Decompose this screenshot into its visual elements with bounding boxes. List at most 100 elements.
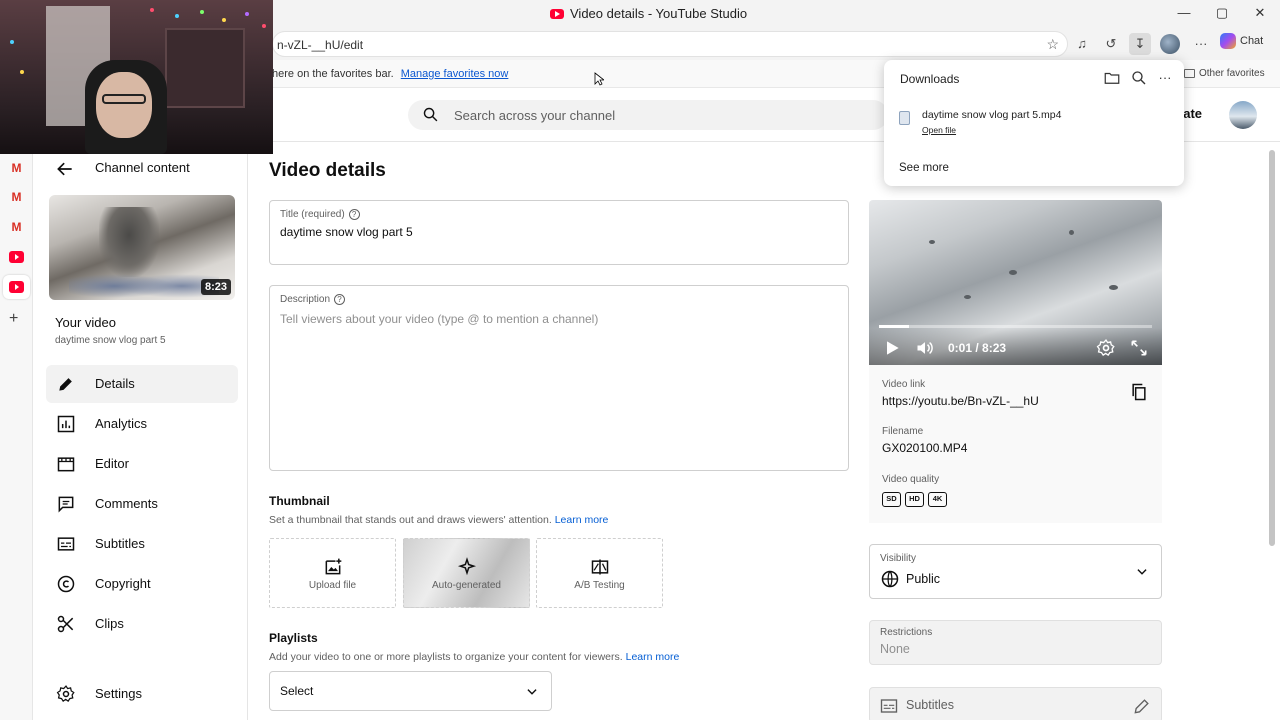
string-light: [150, 8, 154, 12]
description-textarea[interactable]: [280, 312, 840, 462]
video-link-url[interactable]: https://youtu.be/Bn-vZL-__hU: [882, 394, 1039, 408]
copyright-icon: [57, 575, 75, 593]
open-folder-icon[interactable]: [1103, 69, 1121, 87]
webcam-overlay: [0, 0, 273, 154]
fullscreen-icon[interactable]: [1129, 338, 1149, 358]
snow-texture: [1009, 270, 1017, 275]
your-video-title: daytime snow vlog part 5: [55, 335, 166, 346]
page-scrollbar[interactable]: [1269, 150, 1275, 546]
search-icon: [423, 107, 438, 122]
folder-icon: [1184, 69, 1195, 78]
sidebar-item-label: Settings: [95, 686, 142, 701]
chat-label: Chat: [1240, 35, 1264, 47]
string-light: [222, 18, 226, 22]
playlists-learn-more-link[interactable]: Learn more: [626, 651, 680, 663]
sidebar-item-subtitles[interactable]: Subtitles: [46, 525, 238, 563]
other-favorites-button[interactable]: Other favorites: [1184, 68, 1265, 79]
media-control-icon[interactable]: ♫: [1071, 33, 1093, 55]
page-title: Video details: [269, 160, 386, 181]
gmail-icon[interactable]: M: [9, 191, 24, 203]
open-file-link[interactable]: Open file: [922, 125, 956, 135]
more-menu-icon[interactable]: ···: [1190, 33, 1212, 55]
subtitles-field[interactable]: Subtitles: [869, 687, 1162, 720]
snow-texture: [964, 295, 971, 299]
video-link-label: Video link: [882, 379, 926, 390]
upload-thumbnail-option[interactable]: Upload file: [269, 538, 396, 608]
youtube-icon[interactable]: [9, 251, 24, 263]
thumbnail-option-label: A/B Testing: [574, 580, 625, 591]
copilot-chat-button[interactable]: Chat: [1220, 33, 1263, 49]
channel-avatar[interactable]: [1229, 101, 1257, 129]
more-options-icon[interactable]: ···: [1156, 69, 1174, 87]
video-player[interactable]: 0:01 / 8:23: [869, 200, 1162, 365]
manage-favorites-link[interactable]: Manage favorites now: [401, 68, 509, 80]
sidebar-item-clips[interactable]: Clips: [46, 605, 238, 643]
sidebar-item-copyright[interactable]: Copyright: [46, 565, 238, 603]
add-tab-icon[interactable]: +: [9, 310, 18, 328]
string-light: [262, 24, 266, 28]
copy-icon[interactable]: [1129, 382, 1149, 402]
play-icon[interactable]: [882, 338, 902, 358]
comments-icon: [58, 496, 74, 513]
pencil-icon[interactable]: [1132, 696, 1152, 716]
downloads-icon[interactable]: ↧: [1129, 33, 1151, 55]
channel-search[interactable]: [408, 100, 888, 130]
visibility-select[interactable]: Visibility Public: [869, 544, 1162, 599]
url-field[interactable]: n-vZL-__hU/edit ☆: [272, 31, 1068, 57]
sidebar-item-label: Subtitles: [95, 536, 145, 551]
sidebar-item-settings[interactable]: Settings: [46, 675, 238, 713]
back-arrow-icon[interactable]: [55, 159, 75, 179]
maximize-button[interactable]: ▢: [1211, 4, 1233, 22]
playlists-subtitle: Add your video to one or more playlists …: [269, 651, 679, 663]
search-input[interactable]: [454, 104, 874, 126]
favorite-star-icon[interactable]: ☆: [1046, 36, 1059, 53]
playlists-subtitle-text: Add your video to one or more playlists …: [269, 651, 623, 663]
volume-icon[interactable]: [915, 338, 935, 358]
player-controls: 0:01 / 8:23: [869, 328, 1162, 365]
description-field-label: Description ?: [280, 294, 346, 305]
thumbnail-learn-more-link[interactable]: Learn more: [555, 514, 609, 526]
search-downloads-icon[interactable]: [1130, 69, 1148, 87]
studio-sidebar: Channel content 8:23 Your video daytime …: [33, 154, 248, 720]
close-window-button[interactable]: ✕: [1249, 4, 1271, 22]
description-field[interactable]: Description ?: [269, 285, 849, 471]
downloaded-file-name[interactable]: daytime snow vlog part 5.mp4: [922, 109, 1061, 121]
sidebar-item-details[interactable]: Details: [46, 365, 238, 403]
gmail-icon[interactable]: M: [9, 162, 24, 174]
see-more-link[interactable]: See more: [899, 162, 949, 174]
playlist-select[interactable]: Select: [269, 671, 552, 711]
minimize-button[interactable]: —: [1173, 4, 1195, 22]
webcam-glasses: [102, 94, 146, 104]
globe-icon: [881, 570, 899, 588]
sidebar-item-label: Copyright: [95, 576, 151, 591]
visibility-label: Visibility: [880, 553, 916, 564]
ab-test-icon: [591, 559, 609, 575]
video-info-panel: Video link https://youtu.be/Bn-vZL-__hU …: [869, 365, 1162, 523]
title-input[interactable]: [280, 225, 840, 239]
favorites-bar-message: here on the favorites bar. Manage favori…: [272, 68, 508, 80]
string-light: [245, 12, 249, 16]
help-icon[interactable]: ?: [348, 209, 360, 220]
sidebar-item-comments[interactable]: Comments: [46, 485, 238, 523]
thumbnail-heading: Thumbnail: [269, 494, 330, 508]
history-icon[interactable]: ↺: [1100, 33, 1122, 55]
video-thumbnail[interactable]: 8:23: [49, 195, 235, 300]
sidebar-item-label: Comments: [95, 496, 158, 511]
gmail-icon[interactable]: M: [9, 221, 24, 233]
auto-generated-thumbnail-option[interactable]: Auto-generated: [403, 538, 530, 608]
ab-testing-thumbnail-option[interactable]: A/B Testing: [536, 538, 663, 608]
sidebar-item-editor[interactable]: Editor: [46, 445, 238, 483]
description-label-text: Description: [280, 294, 331, 305]
help-icon[interactable]: ?: [334, 294, 346, 305]
youtube-studio-icon[interactable]: [9, 281, 24, 293]
snow-texture: [929, 240, 935, 244]
settings-gear-icon[interactable]: [1096, 338, 1116, 358]
webcam-shelf: [165, 28, 245, 108]
title-field[interactable]: Title (required) ?: [269, 200, 849, 265]
channel-content-link[interactable]: Channel content: [95, 160, 190, 175]
thumbnail-option-label: Auto-generated: [432, 580, 501, 591]
snow-texture: [1069, 230, 1074, 235]
editor-icon: [57, 457, 75, 472]
browser-profile-icon[interactable]: [1160, 34, 1180, 54]
sidebar-item-analytics[interactable]: Analytics: [46, 405, 238, 443]
